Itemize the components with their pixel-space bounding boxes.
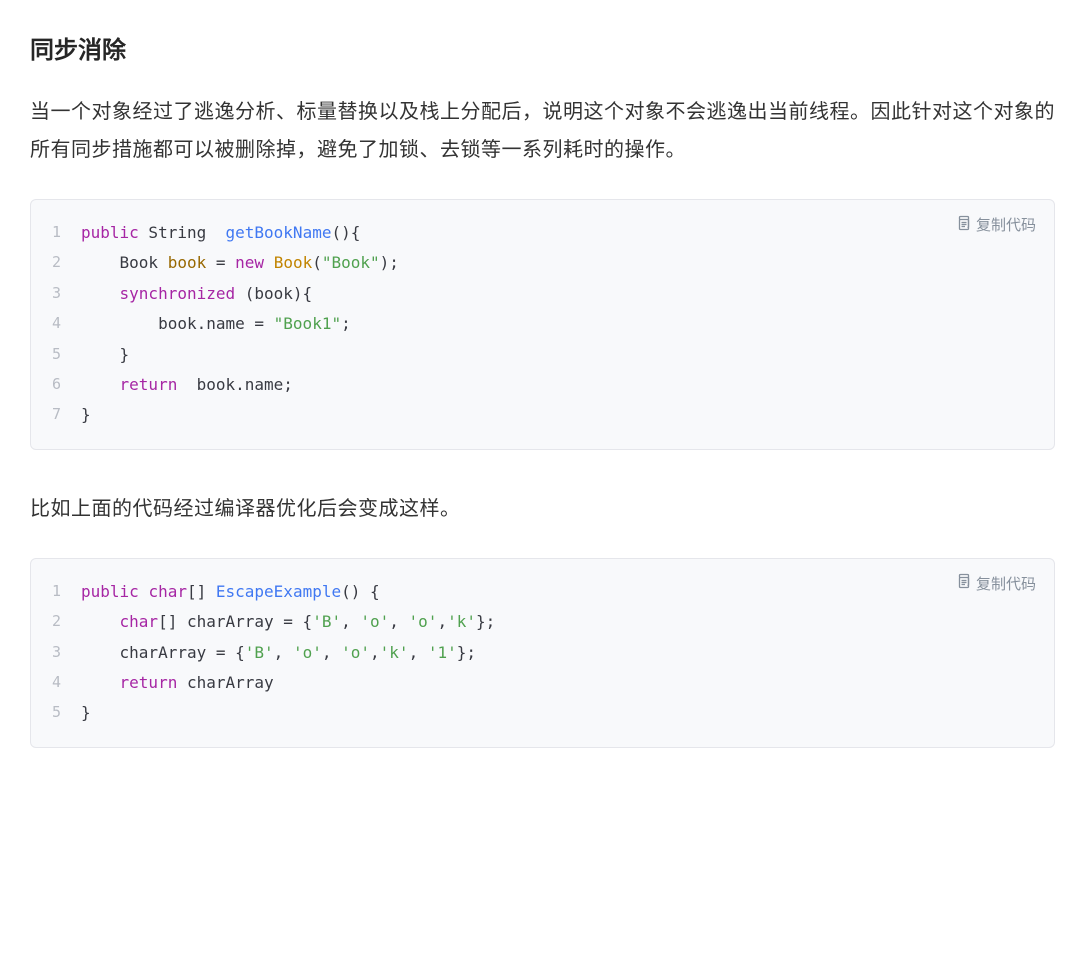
line-content: } xyxy=(81,340,129,370)
paragraph-middle: 比如上面的代码经过编译器优化后会变成这样。 xyxy=(30,490,1055,528)
line-content: public String getBookName(){ xyxy=(81,218,360,248)
code-line: 5} xyxy=(31,698,1032,728)
line-number: 2 xyxy=(31,607,81,636)
code-line: 6 return book.name; xyxy=(31,370,1032,400)
line-number: 4 xyxy=(31,309,81,338)
code-line: 3 charArray = {'B', 'o', 'o','k', '1'}; xyxy=(31,638,1032,668)
line-number: 5 xyxy=(31,698,81,727)
line-content: charArray = {'B', 'o', 'o','k', '1'}; xyxy=(81,638,476,668)
code-line: 7} xyxy=(31,400,1032,430)
line-content: return book.name; xyxy=(81,370,293,400)
line-content: public char[] EscapeExample() { xyxy=(81,577,380,607)
line-content: } xyxy=(81,698,91,728)
line-content: book.name = "Book1"; xyxy=(81,309,351,339)
code-block-1: 复制代码 1public String getBookName(){2 Book… xyxy=(30,199,1055,450)
line-content: synchronized (book){ xyxy=(81,279,312,309)
line-number: 2 xyxy=(31,248,81,277)
copy-code-button[interactable]: 复制代码 xyxy=(955,214,1036,235)
code-content-1: 1public String getBookName(){2 Book book… xyxy=(31,218,1032,431)
code-block-2: 复制代码 1public char[] EscapeExample() {2 c… xyxy=(30,558,1055,748)
line-content: Book book = new Book("Book"); xyxy=(81,248,399,278)
code-line: 3 synchronized (book){ xyxy=(31,279,1032,309)
line-content: return charArray xyxy=(81,668,274,698)
line-number: 1 xyxy=(31,577,81,606)
code-content-2: 1public char[] EscapeExample() {2 char[]… xyxy=(31,577,1032,729)
code-line: 1public char[] EscapeExample() { xyxy=(31,577,1032,607)
code-line: 2 char[] charArray = {'B', 'o', 'o','k'}… xyxy=(31,607,1032,637)
copy-code-button[interactable]: 复制代码 xyxy=(955,573,1036,594)
line-number: 6 xyxy=(31,370,81,399)
line-number: 5 xyxy=(31,340,81,369)
copy-label: 复制代码 xyxy=(976,214,1036,235)
line-number: 4 xyxy=(31,668,81,697)
code-line: 2 Book book = new Book("Book"); xyxy=(31,248,1032,278)
code-line: 1public String getBookName(){ xyxy=(31,218,1032,248)
line-number: 1 xyxy=(31,218,81,247)
line-content: } xyxy=(81,400,91,430)
code-line: 4 book.name = "Book1"; xyxy=(31,309,1032,339)
copy-label: 复制代码 xyxy=(976,573,1036,594)
line-number: 7 xyxy=(31,400,81,429)
copy-icon xyxy=(955,573,971,593)
copy-icon xyxy=(955,215,971,235)
code-line: 5 } xyxy=(31,340,1032,370)
line-number: 3 xyxy=(31,279,81,308)
paragraph-intro: 当一个对象经过了逃逸分析、标量替换以及栈上分配后，说明这个对象不会逃逸出当前线程… xyxy=(30,93,1055,169)
section-heading: 同步消除 xyxy=(30,30,1055,65)
code-line: 4 return charArray xyxy=(31,668,1032,698)
line-number: 3 xyxy=(31,638,81,667)
line-content: char[] charArray = {'B', 'o', 'o','k'}; xyxy=(81,607,495,637)
